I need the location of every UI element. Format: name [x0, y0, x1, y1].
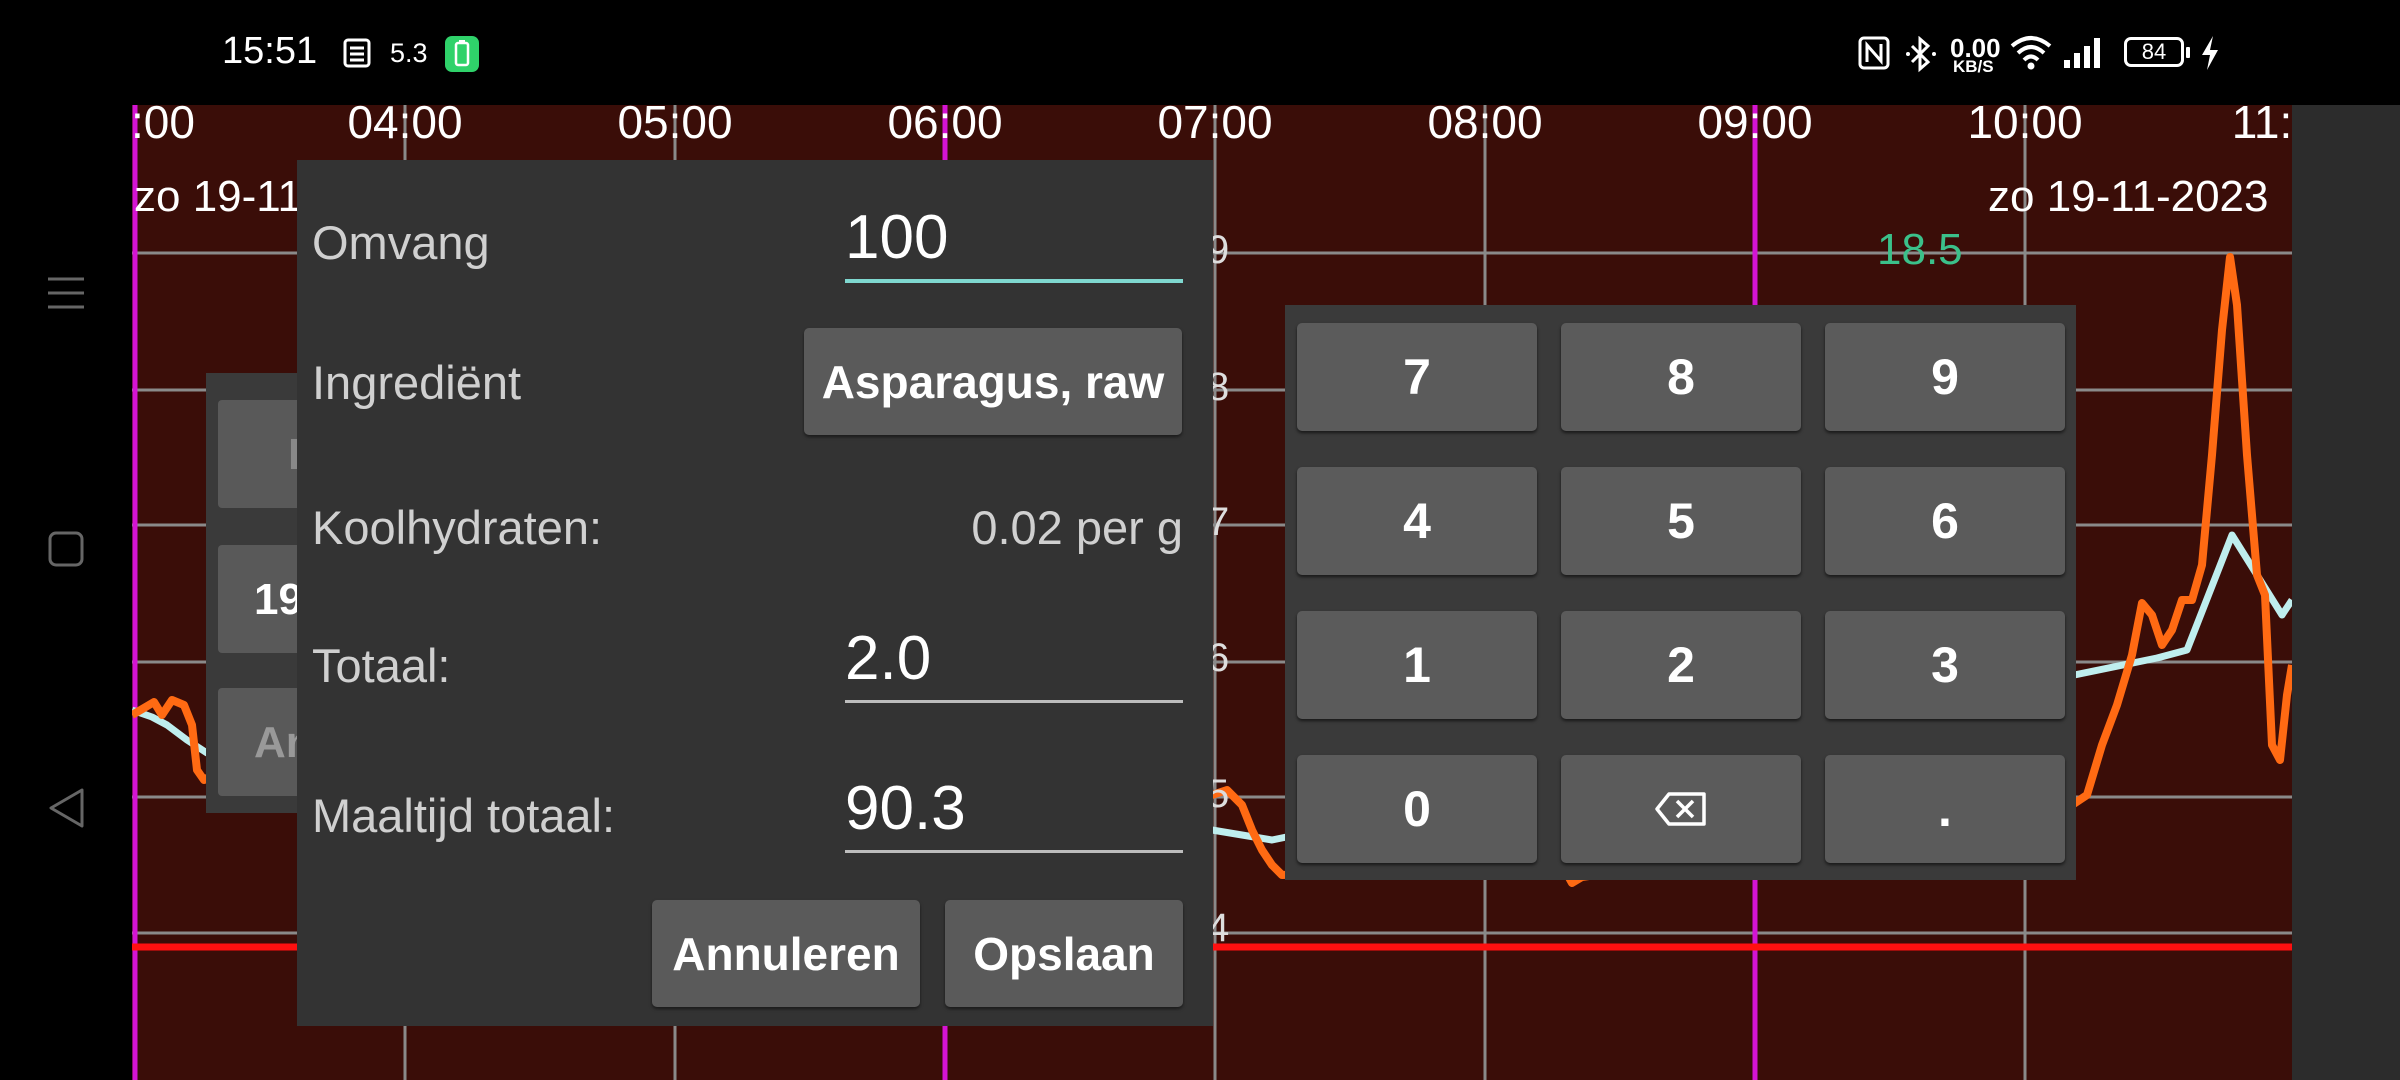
date-label-right: zo 19-11-2023 [1988, 172, 2269, 221]
cancel-button[interactable]: Annuleren [652, 900, 920, 1007]
size-input[interactable]: 100 [845, 202, 1183, 283]
size-label: Omvang [312, 216, 490, 269]
net-speed-unit: KB/S [1953, 57, 1994, 76]
notes-icon [343, 38, 371, 68]
battery-level: 84 [2141, 39, 2167, 64]
carbs-value: 0.02 per g [971, 501, 1183, 554]
time-tick: 06:00 [887, 96, 1003, 148]
total-input[interactable]: 2.0 [845, 623, 1183, 703]
time-tick: 07:00 [1157, 96, 1273, 148]
status-bar: 15:51 5.3 0.00 KB/S 84 [0, 0, 2400, 105]
time-tick: 11: [2231, 96, 2293, 148]
key-0[interactable]: 0 [1297, 755, 1537, 863]
home-icon[interactable] [47, 530, 85, 568]
battery-saver-icon [445, 36, 479, 72]
background-dialog: I 19 An [206, 373, 302, 813]
time-tick: 04:00 [347, 96, 463, 148]
numeric-keypad: 7 8 9 4 5 6 1 2 3 0 . [1285, 305, 2076, 880]
charging-icon [2202, 36, 2218, 70]
navigation-bar [0, 105, 132, 1080]
meal-total-input[interactable]: 90.3 [845, 773, 1183, 853]
key-6[interactable]: 6 [1825, 467, 2065, 575]
notification-count: 5.3 [390, 38, 428, 68]
ingredient-select-button[interactable]: Asparagus, raw [804, 328, 1182, 435]
key-7[interactable]: 7 [1297, 323, 1537, 431]
background-date-label: 19 [254, 575, 302, 624]
time-tick: 05:00 [617, 96, 733, 148]
key-4[interactable]: 4 [1297, 467, 1537, 575]
ingredient-dialog: Omvang 100 Ingrediënt Asparagus, raw Koo… [297, 160, 1213, 1026]
total-label: Totaal: [312, 639, 451, 692]
key-9[interactable]: 9 [1825, 323, 2065, 431]
key-5[interactable]: 5 [1561, 467, 1801, 575]
key-2[interactable]: 2 [1561, 611, 1801, 719]
bluetooth-icon [1906, 36, 1936, 73]
battery-icon: 84 [2124, 37, 2184, 67]
key-decimal[interactable]: . [1825, 755, 2065, 863]
right-edge-panel [2292, 105, 2400, 1080]
carbs-label: Koolhydraten: [312, 501, 603, 554]
key-3[interactable]: 3 [1825, 611, 2065, 719]
menu-icon[interactable] [46, 273, 86, 313]
time-tick: 10:00 [1967, 96, 2083, 148]
backspace-icon [1655, 792, 1706, 826]
meal-total-label: Maaltijd totaal: [312, 789, 616, 842]
nfc-icon [1858, 36, 1890, 70]
signal-icon [2064, 38, 2100, 68]
background-button[interactable]: I [218, 400, 302, 508]
ingredient-label: Ingrediënt [312, 356, 522, 409]
back-icon[interactable] [47, 787, 85, 829]
value-label: 18.5 [1877, 225, 1963, 274]
background-cancel-label: An [254, 718, 302, 767]
background-cancel-button[interactable]: An [218, 688, 302, 796]
save-button[interactable]: Opslaan [945, 900, 1183, 1007]
key-8[interactable]: 8 [1561, 323, 1801, 431]
time-tick: 09:00 [1697, 96, 1813, 148]
battery-tip [2186, 47, 2190, 58]
key-backspace[interactable] [1561, 755, 1801, 863]
background-date-button[interactable]: 19 [218, 545, 302, 653]
wifi-icon [2010, 36, 2052, 70]
time-tick: :00 [131, 96, 195, 148]
key-1[interactable]: 1 [1297, 611, 1537, 719]
date-label-left: zo 19-11 [134, 172, 302, 221]
time-tick: 08:00 [1427, 96, 1543, 148]
clock: 15:51 [222, 30, 318, 72]
